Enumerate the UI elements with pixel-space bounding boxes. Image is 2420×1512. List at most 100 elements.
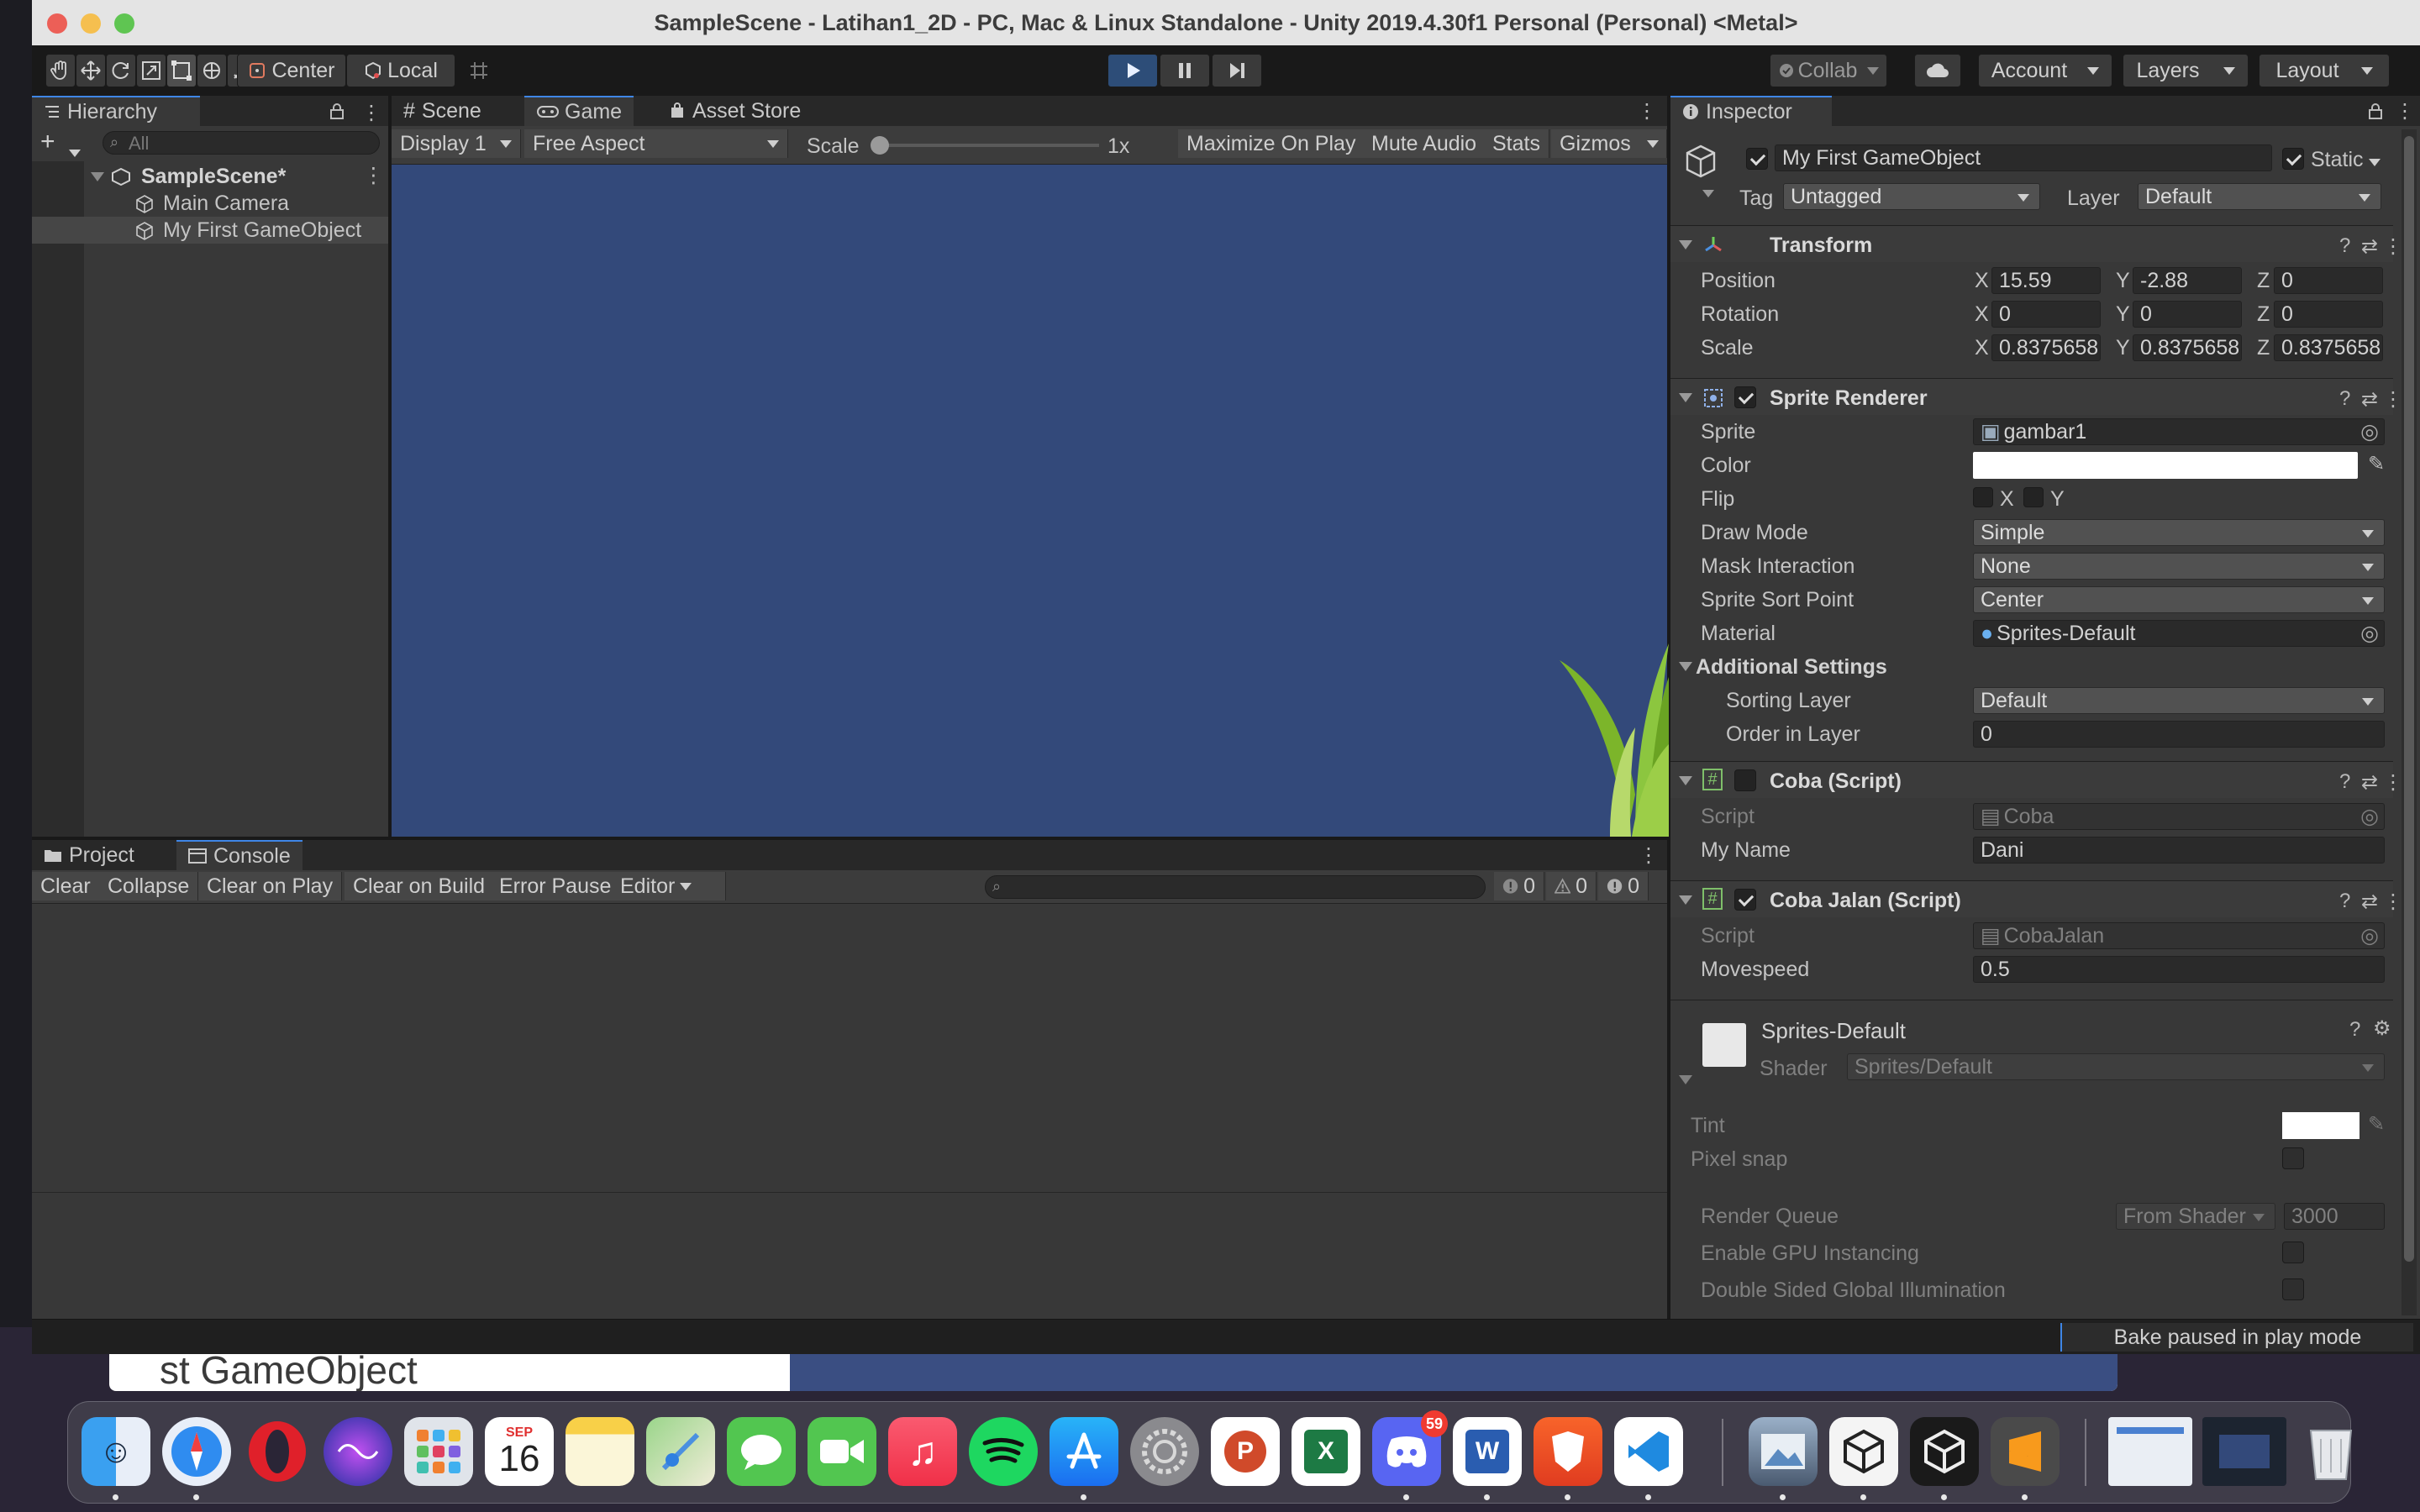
color-swatch[interactable] [1973, 452, 2358, 479]
error-pause-button[interactable]: Error Pause [491, 872, 621, 900]
game-view[interactable] [392, 165, 1669, 837]
transform-tool-icon[interactable] [197, 54, 227, 87]
pivot-rotation-button[interactable]: Local [346, 54, 455, 87]
collapse-arrow-icon[interactable] [1679, 895, 1692, 905]
clear-on-play-button[interactable]: Clear on Play [198, 872, 343, 900]
trash-icon[interactable] [2296, 1417, 2365, 1486]
excel-icon[interactable]: X [1292, 1417, 1360, 1486]
pixel-snap-checkbox[interactable] [2282, 1147, 2304, 1169]
sprite-renderer-header[interactable]: Sprite Renderer ? ⇄ ⋮ [1670, 378, 2403, 415]
sublime-icon[interactable] [1991, 1417, 2060, 1486]
my-name-field[interactable]: Dani [1973, 837, 2385, 864]
position-z-field[interactable]: 0 [2274, 267, 2383, 294]
notes-icon[interactable] [566, 1417, 634, 1486]
movespeed-field[interactable]: 0.5 [1973, 956, 2385, 983]
scale-x-field[interactable]: 0.8375658 [1991, 334, 2101, 361]
grid-snap-icon[interactable] [462, 54, 496, 87]
play-button[interactable] [1107, 54, 1158, 87]
aspect-dropdown[interactable]: Free Aspect [524, 129, 788, 158]
scale-slider-track[interactable] [879, 144, 1099, 147]
material-field[interactable]: ● Sprites-Default ◎ [1973, 620, 2385, 647]
tab-game[interactable]: Game [524, 96, 634, 126]
error-count-toggle[interactable]: 0 [1598, 872, 1649, 900]
gizmos-toggle[interactable]: Gizmos [1551, 129, 1640, 158]
eyedropper-icon[interactable]: ✎ [2368, 452, 2385, 476]
scale-tool-icon[interactable] [136, 54, 166, 87]
tab-project[interactable]: Project [32, 840, 146, 870]
object-name-field[interactable]: My First GameObject [1775, 144, 2272, 171]
preset-icon[interactable]: ⇄ [2361, 387, 2378, 412]
shader-dropdown[interactable]: Sprites/Default [1847, 1053, 2385, 1080]
draw-mode-dropdown[interactable]: Simple [1973, 519, 2385, 546]
collapse-arrow-icon[interactable] [1679, 393, 1692, 402]
help-icon[interactable]: ? [2349, 1018, 2360, 1042]
kebab-menu-icon[interactable]: ⋮ [2383, 890, 2403, 914]
pause-button[interactable] [1160, 54, 1210, 87]
sprite-renderer-enabled-checkbox[interactable] [1734, 386, 1756, 408]
hierarchy-search-input[interactable]: ⌕ All [103, 131, 380, 155]
transform-header[interactable]: Transform ? ⇄ ⋮ [1670, 225, 2403, 262]
tint-swatch[interactable] [2282, 1112, 2360, 1139]
tag-dropdown[interactable]: Untagged [1783, 183, 2040, 210]
layers-dropdown[interactable]: Layers [2123, 54, 2249, 87]
expand-arrow-icon[interactable] [91, 172, 104, 181]
kebab-menu-icon[interactable]: ⋮ [2395, 99, 2415, 123]
render-queue-field[interactable]: 3000 [2284, 1203, 2385, 1230]
help-icon[interactable]: ? [2339, 387, 2350, 411]
mute-audio-toggle[interactable]: Mute Audio [1363, 129, 1486, 158]
messages-icon[interactable] [727, 1417, 796, 1486]
position-x-field[interactable]: 15.59 [1991, 267, 2101, 294]
word-icon[interactable]: W [1453, 1417, 1522, 1486]
flip-x-checkbox[interactable] [1973, 487, 1993, 507]
icon-dropdown-caret[interactable] [1702, 180, 1714, 203]
powerpoint-icon[interactable]: P [1211, 1417, 1280, 1486]
foldout-arrow-icon[interactable] [1679, 662, 1692, 671]
clear-button[interactable]: Clear [32, 872, 100, 900]
opera-icon[interactable] [243, 1417, 312, 1486]
tab-inspector[interactable]: Inspector [1670, 96, 1832, 126]
gpu-instancing-checkbox[interactable] [2282, 1242, 2304, 1263]
eyedropper-icon[interactable]: ✎ [2368, 1112, 2385, 1137]
object-picker-icon[interactable]: ◎ [2360, 419, 2379, 444]
render-queue-source-dropdown[interactable]: From Shader [2116, 1203, 2275, 1230]
system-preferences-icon[interactable] [1130, 1417, 1199, 1486]
bake-status[interactable]: Bake paused in play mode [2060, 1323, 2413, 1352]
discord-icon[interactable]: 59 [1372, 1410, 1448, 1486]
preset-icon[interactable]: ⇄ [2361, 770, 2378, 795]
layer-dropdown[interactable]: Default [2138, 183, 2381, 210]
rotation-z-field[interactable]: 0 [2274, 301, 2383, 328]
maps-icon[interactable] [646, 1417, 715, 1486]
position-y-field[interactable]: -2.88 [2133, 267, 2242, 294]
move-tool-icon[interactable] [76, 54, 106, 87]
kebab-menu-icon[interactable]: ⋮ [2383, 234, 2403, 259]
log-count-toggle[interactable]: 0 [1494, 872, 1544, 900]
kebab-menu-icon[interactable]: ⋮ [2383, 387, 2403, 412]
add-dropdown-caret[interactable] [69, 139, 81, 163]
preset-icon[interactable]: ⇄ [2361, 890, 2378, 914]
coba-jalan-enabled-checkbox[interactable] [1734, 889, 1756, 911]
spotify-icon[interactable] [969, 1417, 1038, 1486]
collapse-button[interactable]: Collapse [99, 872, 199, 900]
kebab-menu-icon[interactable]: ⋮ [1637, 99, 1657, 123]
tab-asset-store[interactable]: Asset Store [657, 96, 813, 126]
help-icon[interactable]: ? [2339, 770, 2350, 794]
coba-script-header[interactable]: # Coba (Script) ? ⇄ ⋮ [1670, 761, 2403, 798]
rotation-y-field[interactable]: 0 [2133, 301, 2242, 328]
hierarchy-item-selected[interactable]: My First GameObject [32, 217, 388, 244]
inspector-scrollbar[interactable] [2402, 129, 2417, 1315]
unity-icon[interactable] [1910, 1417, 1979, 1486]
coba-jalan-header[interactable]: # Coba Jalan (Script) ? ⇄ ⋮ [1670, 880, 2403, 917]
collapse-arrow-icon[interactable] [1679, 240, 1692, 249]
editor-dropdown[interactable]: Editor [612, 872, 726, 900]
kebab-menu-icon[interactable]: ⋮ [361, 101, 381, 125]
rotation-x-field[interactable]: 0 [1991, 301, 2101, 328]
additional-settings-row[interactable]: Additional Settings [1670, 650, 2393, 684]
active-checkbox[interactable] [1746, 148, 1768, 170]
scene-kebab-icon[interactable]: ⋮ [363, 163, 384, 188]
static-dropdown[interactable]: Static [2311, 148, 2381, 172]
flip-y-checkbox[interactable] [2023, 487, 2044, 507]
facetime-icon[interactable] [808, 1417, 876, 1486]
display-dropdown[interactable]: Display 1 [392, 129, 521, 158]
tab-hierarchy[interactable]: Hierarchy [32, 96, 200, 126]
launchpad-icon[interactable] [404, 1417, 473, 1486]
